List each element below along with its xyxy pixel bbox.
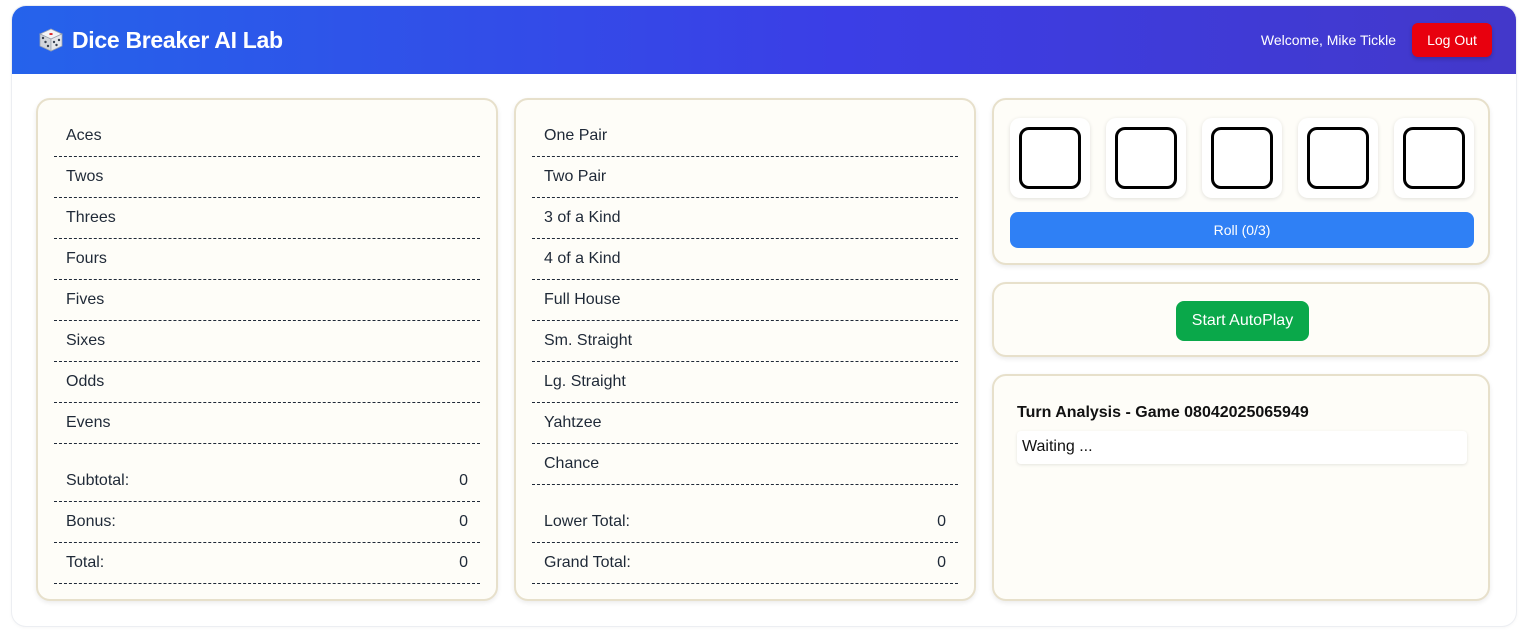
welcome-text: Welcome, Mike Tickle (1260, 32, 1396, 48)
category-label: Fives (66, 291, 105, 308)
analysis-status: Waiting ... (1017, 431, 1467, 464)
category-evens[interactable]: Evens (54, 403, 480, 444)
category-label: 3 of a Kind (544, 209, 621, 226)
category-one-pair[interactable]: One Pair (532, 116, 958, 157)
die-4[interactable] (1307, 127, 1369, 189)
category-aces[interactable]: Aces (54, 116, 480, 157)
category-yahtzee[interactable]: Yahtzee (532, 403, 958, 444)
dice-tray (1010, 118, 1474, 198)
die-5[interactable] (1403, 127, 1465, 189)
category-label: Chance (544, 455, 600, 472)
total-value: 0 (459, 554, 468, 571)
category-label: One Pair (544, 127, 608, 144)
category-two-pair[interactable]: Two Pair (532, 157, 958, 198)
category-twos[interactable]: Twos (54, 157, 480, 198)
category-sixes[interactable]: Sixes (54, 321, 480, 362)
logout-button[interactable]: Log Out (1412, 23, 1492, 57)
die-1[interactable] (1019, 127, 1081, 189)
upper-totals: Subtotal: 0 Bonus: 0 Total: 0 (54, 461, 480, 584)
die-slot-1[interactable] (1010, 118, 1090, 198)
grand-total-row: Grand Total: 0 (532, 543, 958, 584)
category-chance[interactable]: Chance (532, 444, 958, 485)
lower-total-label: Lower Total: (544, 513, 630, 530)
category-fives[interactable]: Fives (54, 280, 480, 321)
category-label: Full House (544, 291, 621, 308)
category-label: Evens (66, 414, 111, 431)
category-label: Two Pair (544, 168, 607, 185)
analysis-title: Turn Analysis - Game 08042025065949 (1017, 404, 1309, 421)
category-label: Lg. Straight (544, 373, 626, 390)
category-label: Odds (66, 373, 105, 390)
dice-icon (39, 28, 63, 52)
category-label: Threes (66, 209, 116, 226)
lower-totals: Lower Total: 0 Grand Total: 0 (532, 502, 958, 584)
app-title: Dice Breaker AI Lab (72, 26, 283, 53)
brand: Dice Breaker AI Lab (38, 27, 283, 54)
category-label: Fours (66, 250, 107, 267)
upper-scorecard: Aces Twos Threes Fours Fives Sixes Odds … (36, 98, 498, 601)
lower-total-row: Lower Total: 0 (532, 502, 958, 543)
die-slot-4[interactable] (1298, 118, 1378, 198)
subtotal-row: Subtotal: 0 (54, 461, 480, 502)
category-label: Sm. Straight (544, 332, 633, 349)
category-label: 4 of a Kind (544, 250, 621, 267)
category-label: Twos (66, 168, 104, 185)
lower-total-value: 0 (937, 513, 946, 530)
category-four-of-a-kind[interactable]: 4 of a Kind (532, 239, 958, 280)
category-label: Yahtzee (544, 414, 602, 431)
grand-total-label: Grand Total: (544, 554, 631, 571)
autoplay-panel: Start AutoPlay (992, 282, 1490, 357)
category-small-straight[interactable]: Sm. Straight (532, 321, 958, 362)
die-slot-5[interactable] (1394, 118, 1474, 198)
subtotal-label: Subtotal: (66, 472, 130, 489)
category-label: Aces (66, 127, 102, 144)
start-autoplay-button[interactable]: Start AutoPlay (1176, 301, 1309, 341)
upper-category-list: Aces Twos Threes Fours Fives Sixes Odds … (54, 116, 480, 444)
subtotal-value: 0 (459, 472, 468, 489)
category-label: Sixes (66, 332, 106, 349)
die-3[interactable] (1211, 127, 1273, 189)
total-label: Total: (66, 554, 105, 571)
turn-analysis-panel: Turn Analysis - Game 08042025065949 Wait… (992, 374, 1490, 601)
category-three-of-a-kind[interactable]: 3 of a Kind (532, 198, 958, 239)
bonus-value: 0 (459, 513, 468, 530)
category-odds[interactable]: Odds (54, 362, 480, 403)
category-threes[interactable]: Threes (54, 198, 480, 239)
bonus-label: Bonus: (66, 513, 116, 530)
category-full-house[interactable]: Full House (532, 280, 958, 321)
roll-button[interactable]: Roll (0/3) (1010, 212, 1474, 248)
die-slot-2[interactable] (1106, 118, 1186, 198)
lower-category-list: One Pair Two Pair 3 of a Kind 4 of a Kin… (532, 116, 958, 485)
die-slot-3[interactable] (1202, 118, 1282, 198)
app-header: Dice Breaker AI Lab Welcome, Mike Tickle… (12, 6, 1516, 74)
bonus-row: Bonus: 0 (54, 502, 480, 543)
dice-panel: Roll (0/3) (992, 98, 1490, 265)
total-row: Total: 0 (54, 543, 480, 584)
category-large-straight[interactable]: Lg. Straight (532, 362, 958, 403)
grand-total-value: 0 (937, 554, 946, 571)
user-area: Welcome, Mike Tickle Log Out (1261, 23, 1492, 57)
category-fours[interactable]: Fours (54, 239, 480, 280)
die-2[interactable] (1115, 127, 1177, 189)
lower-scorecard: One Pair Two Pair 3 of a Kind 4 of a Kin… (514, 98, 976, 601)
